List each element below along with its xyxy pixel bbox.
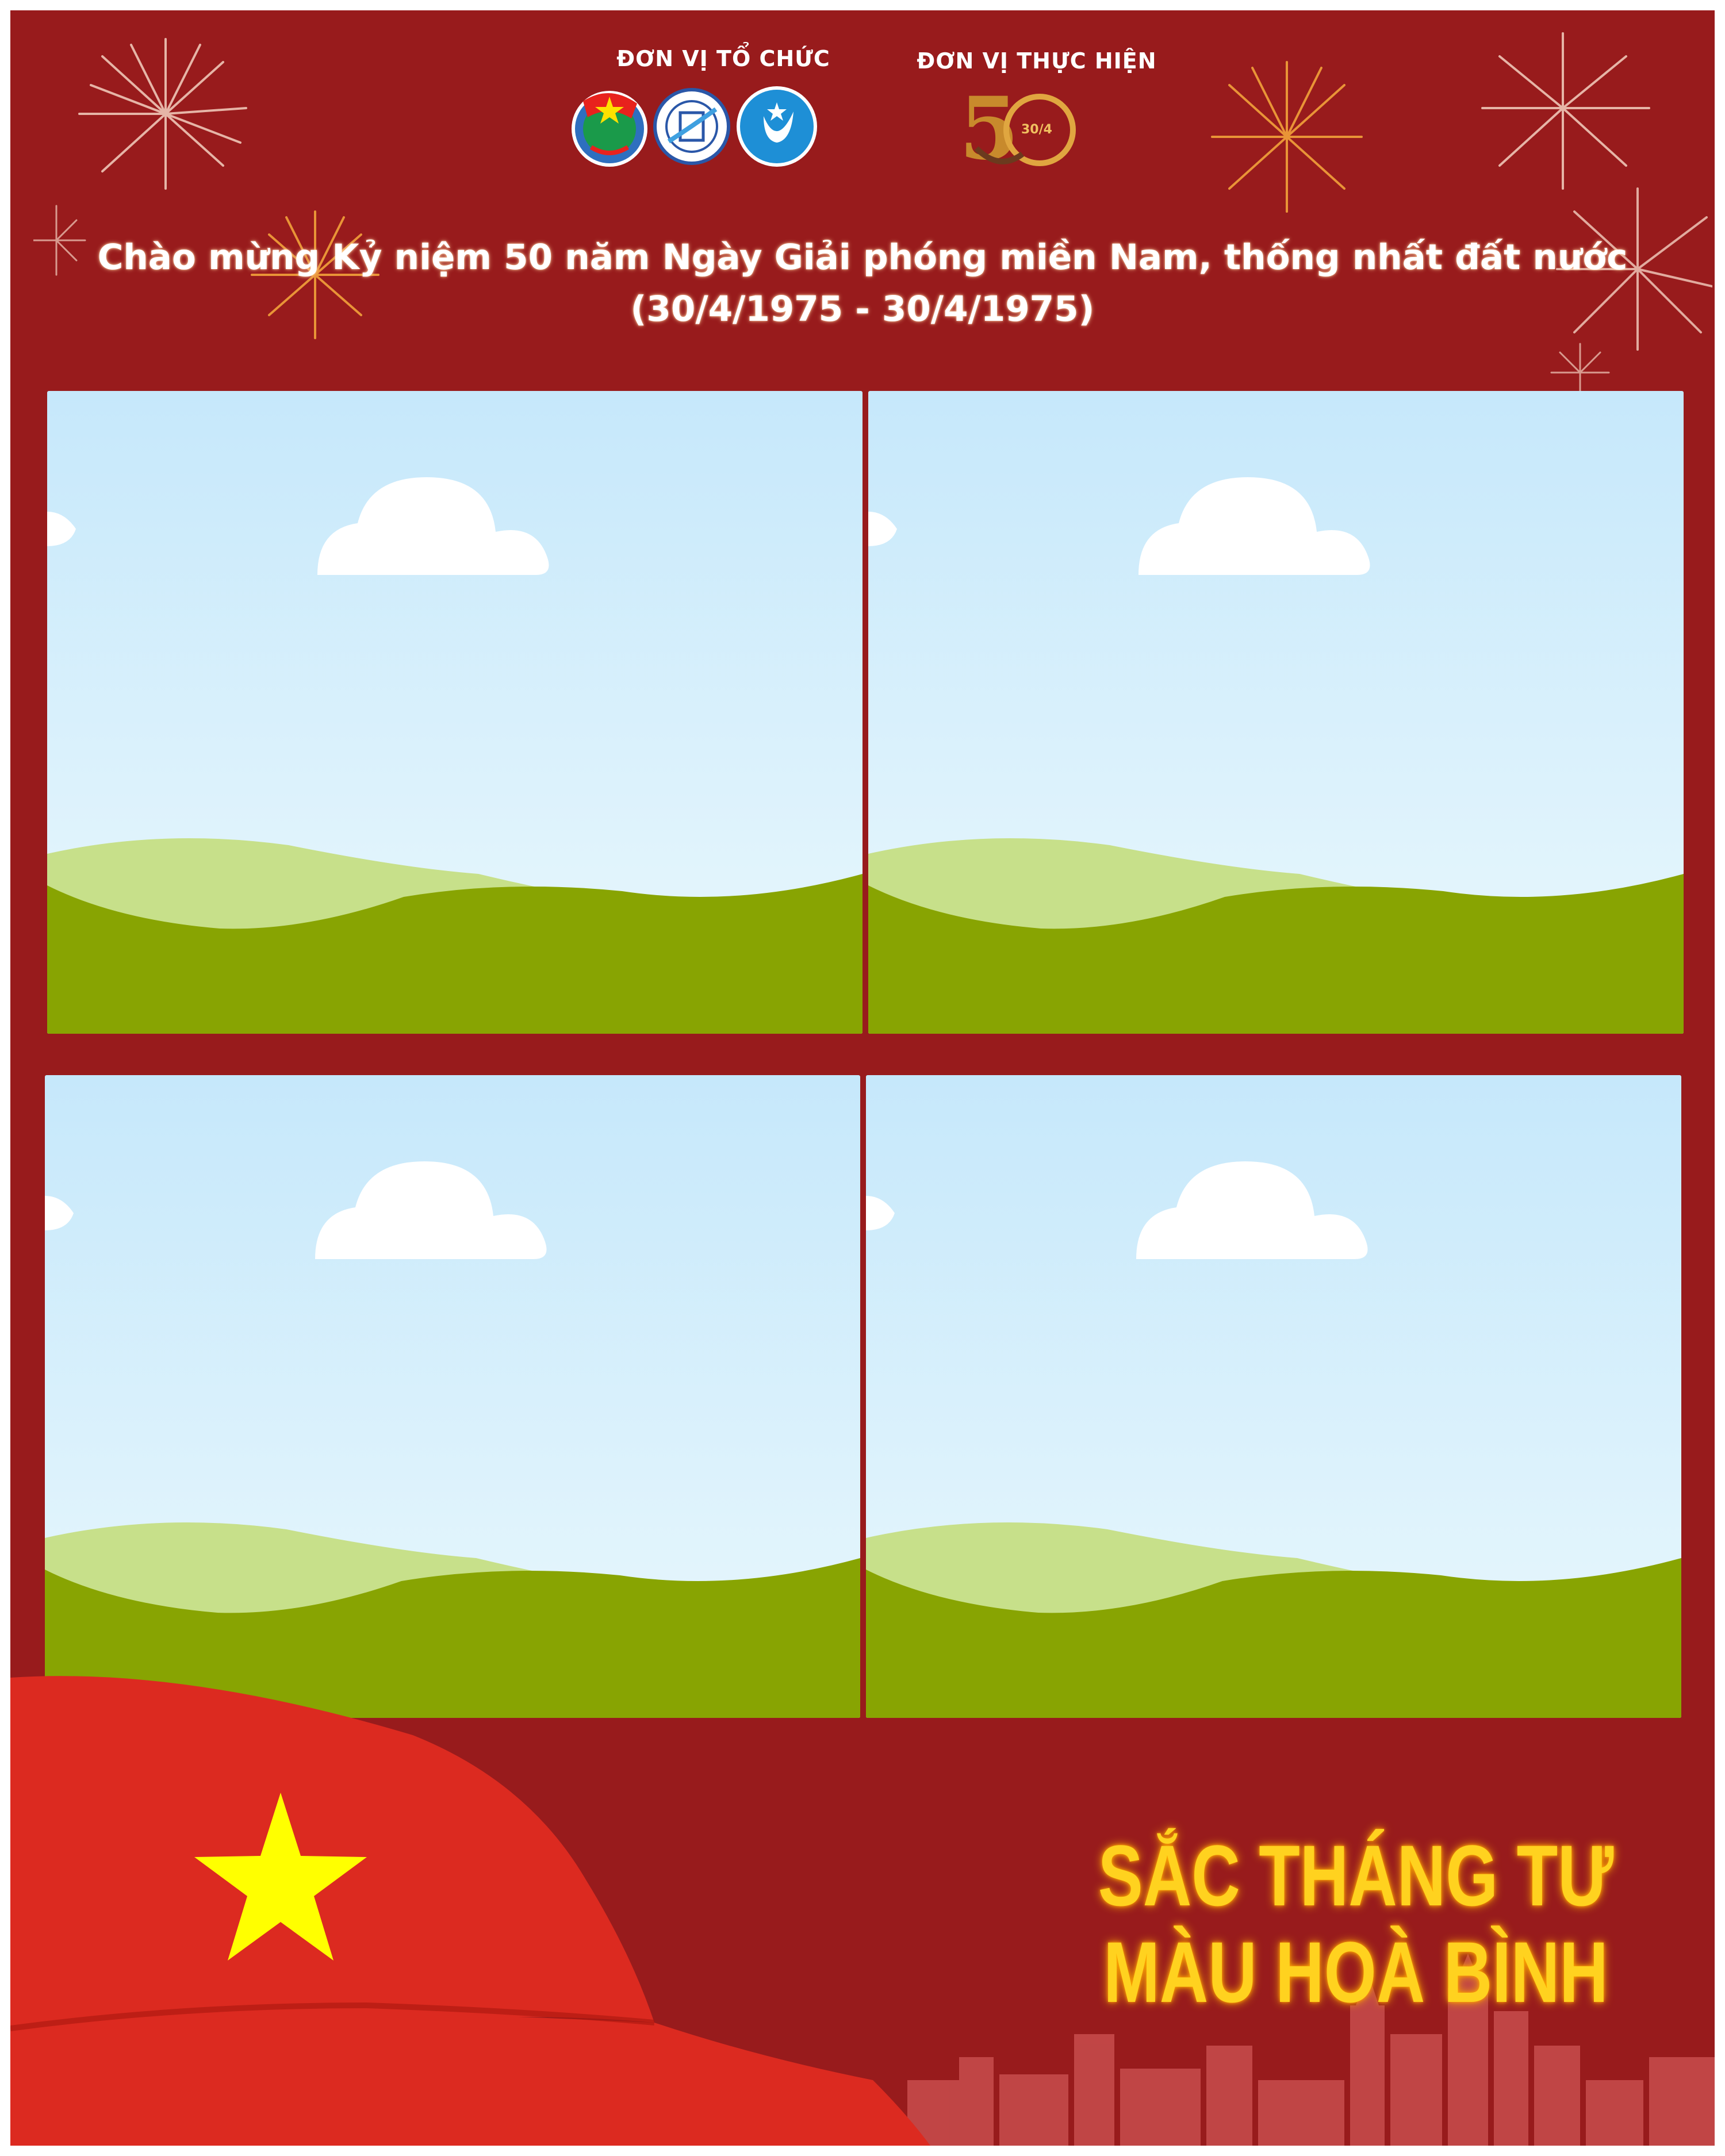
frame-background: ĐƠN VỊ TỔ CHỨC ĐƠN VỊ THỰC HIỆN 5 30/4 C…	[10, 10, 1715, 2146]
vietnam-flag-icon	[10, 1676, 930, 2146]
slogan: SẮC THÁNG TƯ MÀU HOÀ BÌNH	[1024, 1827, 1688, 2020]
slogan-line-2: MÀU HOÀ BÌNH	[1103, 1924, 1608, 2020]
slogan-line-1: SẮC THÁNG TƯ	[1098, 1827, 1614, 1924]
